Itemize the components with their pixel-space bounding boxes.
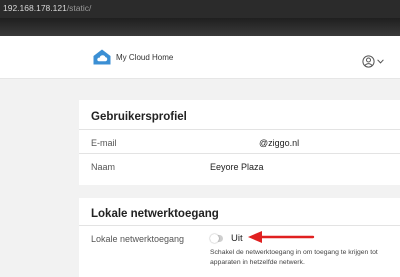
url-host: 192.168.178.121 <box>3 3 67 13</box>
cloud-home-icon[interactable] <box>92 48 112 66</box>
url-text[interactable]: 192.168.178.121/static/ <box>3 3 91 13</box>
local-network-access-card: Lokale netwerktoegang Lokale netwerktoeg… <box>79 198 400 277</box>
chevron-down-icon[interactable] <box>377 59 384 64</box>
name-value: Eeyore Plaza <box>210 162 264 172</box>
divider <box>79 129 400 130</box>
local-access-toggle[interactable] <box>210 234 223 243</box>
user-circle-icon[interactable] <box>362 55 375 68</box>
user-profile-card: Gebruikersprofiel E-mail @ziggo.nl Naam … <box>79 100 400 185</box>
name-label: Naam <box>91 162 116 172</box>
toggle-state-text: Uit <box>231 233 243 244</box>
app-header: My Cloud Home <box>0 36 400 79</box>
browser-address-bar[interactable]: 192.168.178.121/static/ <box>0 0 400 18</box>
divider <box>79 225 400 226</box>
url-path: /static/ <box>66 3 92 13</box>
local-access-help-text: Schakel de netwerktoegang in om toegang … <box>210 249 378 266</box>
arrow-left-icon <box>248 231 315 243</box>
app-title: My Cloud Home <box>116 53 174 62</box>
local-access-label: Lokale netwerktoegang <box>91 234 185 244</box>
email-value: @ziggo.nl <box>259 138 300 148</box>
local-access-title: Lokale netwerktoegang <box>91 208 219 220</box>
browser-toolbar <box>0 18 400 36</box>
email-label: E-mail <box>91 138 117 148</box>
toggle-knob <box>210 234 219 243</box>
divider <box>79 153 400 154</box>
profile-title: Gebruikersprofiel <box>91 111 187 123</box>
